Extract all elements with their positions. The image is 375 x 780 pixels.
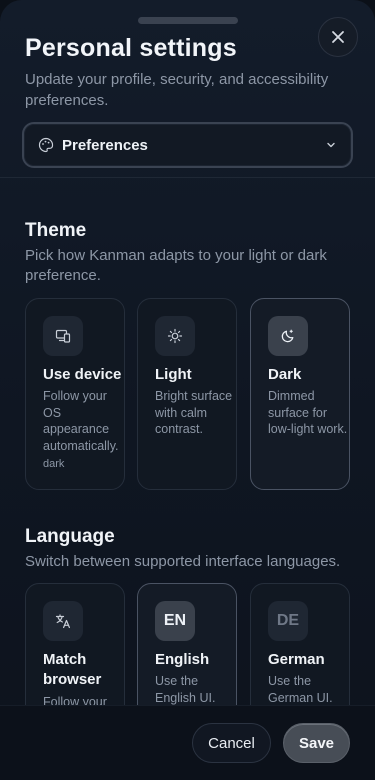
language-option-german[interactable]: DE German Use the German UI.	[250, 583, 350, 723]
language-title: Language	[25, 526, 115, 547]
option-description: Use the German UI.	[268, 674, 333, 705]
save-button[interactable]: Save	[283, 723, 350, 763]
divider	[0, 177, 375, 178]
language-option-english[interactable]: EN English Use the English UI.	[137, 583, 237, 723]
theme-option-dark[interactable]: Dark Dimmed surface for low-light work.	[250, 298, 350, 490]
sun-icon	[167, 328, 183, 344]
language-subtitle: Switch between supported interface langu…	[25, 553, 341, 570]
page-subtitle: Update your profile, security, and acces…	[25, 71, 329, 109]
translate-icon	[55, 614, 70, 629]
language-code-badge: DE	[276, 612, 300, 629]
option-name: English	[155, 651, 210, 668]
language-code-badge: EN	[163, 612, 187, 629]
option-name: Use device	[43, 366, 122, 383]
chevron-down-icon	[327, 142, 335, 148]
option-name: Dark	[268, 366, 302, 383]
language-option-match-browser[interactable]: Match browser Follow your	[25, 583, 125, 723]
theme-option-light[interactable]: Light Bright surface with calm contrast.	[137, 298, 237, 490]
palette-icon	[38, 137, 54, 153]
device-icon	[55, 329, 71, 343]
option-name: German	[268, 651, 325, 668]
settings-sheet: Personal settings Update your profile, s…	[0, 0, 375, 780]
theme-option-use-device[interactable]: Use device Follow your OS appearance aut…	[25, 298, 125, 490]
option-description: Follow your OS appearance automatically.	[43, 389, 119, 453]
close-icon	[332, 31, 344, 43]
option-description: Use the English UI.	[155, 674, 216, 705]
page-title: Personal settings	[25, 34, 237, 62]
moon-icon	[281, 329, 294, 343]
option-meta: dark	[43, 458, 65, 470]
theme-title: Theme	[25, 220, 87, 241]
drag-handle[interactable]	[138, 17, 238, 24]
option-description: Bright surface with calm contrast.	[155, 389, 233, 436]
section-select[interactable]: Preferences	[22, 122, 353, 168]
option-name: Match browser	[43, 651, 102, 688]
theme-subtitle: Pick how Kanman adapts to your light or …	[25, 247, 327, 284]
option-description: Dimmed surface for low-light work.	[268, 389, 348, 436]
cancel-button[interactable]: Cancel	[192, 723, 271, 763]
section-select-value: Preferences	[62, 136, 148, 154]
close-button[interactable]	[318, 17, 358, 57]
option-name: Light	[155, 366, 192, 383]
